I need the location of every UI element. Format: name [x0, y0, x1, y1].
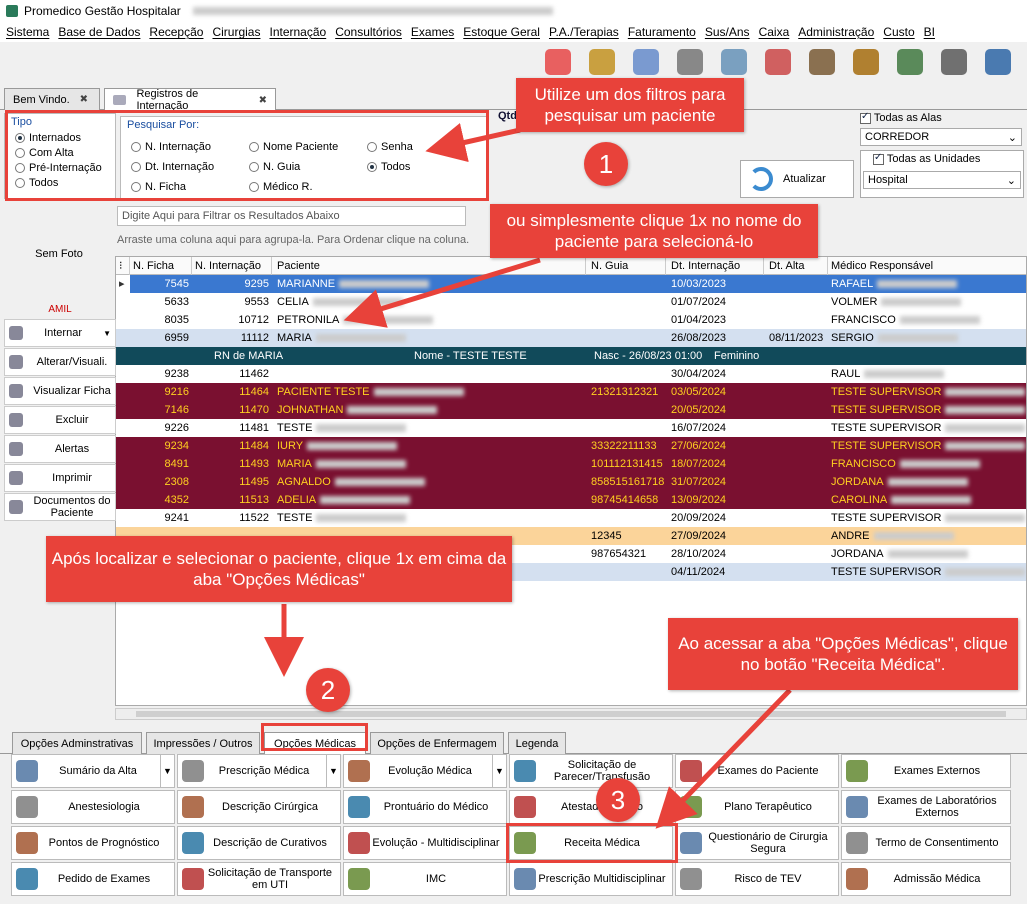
arrow-1	[425, 123, 521, 163]
callout-select-patient: ou simplesmente clique 1x no nome do pac…	[490, 204, 818, 258]
callout-opcoes-medicas: Após localizar e selecionar o paciente, …	[46, 536, 512, 602]
arrow-2	[343, 257, 541, 328]
callout-receita: Ao acessar a aba "Opções Médicas", cliqu…	[668, 618, 1018, 690]
step-1-badge: 1	[584, 142, 628, 186]
callout-filters: Utilize um dos filtros para pesquisar um…	[516, 78, 744, 132]
step-2-badge: 2	[306, 668, 350, 712]
arrow-4	[655, 688, 792, 829]
annotation-arrows	[264, 123, 792, 829]
step-3-badge: 3	[596, 778, 640, 822]
